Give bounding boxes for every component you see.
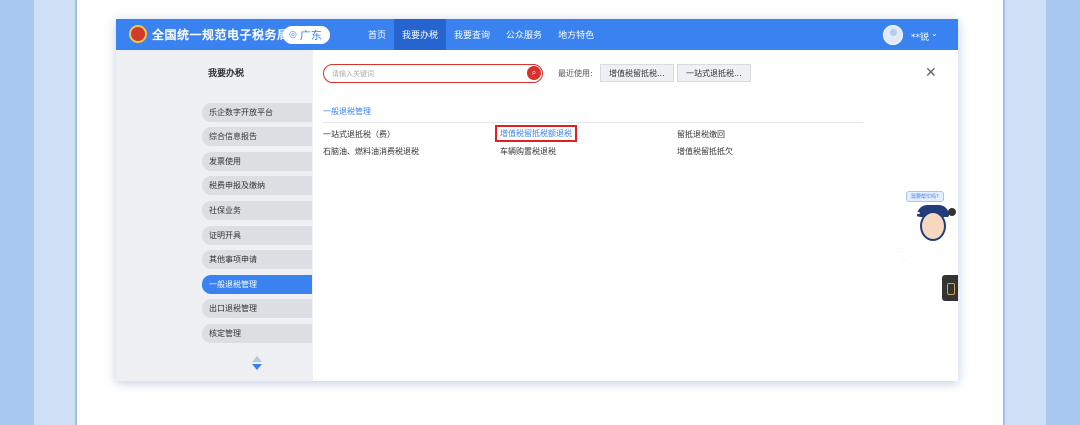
nav-tax-handling[interactable]: 我要办税 <box>394 19 447 50</box>
section-title: 一般退税管理 <box>323 107 371 116</box>
location-pin-icon: ◎ <box>289 30 297 40</box>
link-vat-credit-refund[interactable]: 增值税留抵税额退税 <box>495 125 577 142</box>
search-box: ⌕ <box>323 64 543 83</box>
assistant-avatar <box>920 211 946 241</box>
assistant-char-4: 动 <box>900 253 913 268</box>
nav-local-features[interactable]: 地方特色 <box>550 19 602 50</box>
chevron-down-icon[interactable]: ⌄ <box>931 29 938 38</box>
faint-watermark <box>811 372 871 380</box>
main-nav: 首页 我要办税 我要查询 公众服务 地方特色 <box>360 19 602 50</box>
close-icon[interactable]: ✕ <box>925 65 937 81</box>
nav-query[interactable]: 我要查询 <box>446 19 498 50</box>
nav-public-service[interactable]: 公众服务 <box>498 19 550 50</box>
search-input[interactable] <box>332 67 512 80</box>
sidebar-item-certificate[interactable]: 证明开具 <box>202 226 312 245</box>
site-title: 全国统一规范电子税务局 <box>152 28 290 42</box>
arrow-up-icon[interactable] <box>252 356 262 362</box>
top-navbar: 全国统一规范电子税务局 ◎ 广东 首页 我要办税 我要查询 公众服务 地方特色 … <box>116 19 958 50</box>
minimize-icon[interactable] <box>948 208 956 216</box>
side-tool-tab[interactable] <box>942 275 958 301</box>
frame-left <box>0 0 34 425</box>
sidebar-item-export-refund[interactable]: 出口退税管理 <box>202 299 312 318</box>
tax-portal-window: 全国统一规范电子税务局 ◎ 广东 首页 我要办税 我要查询 公众服务 地方特色 … <box>116 19 958 381</box>
user-name[interactable]: **锐 <box>911 30 929 43</box>
sidebar-item-social-security[interactable]: 社保业务 <box>202 201 312 220</box>
sidebar-item-info-report[interactable]: 综合信息报告 <box>202 127 312 146</box>
sidebar-item-invoice[interactable]: 发票使用 <box>202 152 312 171</box>
sidebar-item-assessment[interactable]: 核定管理 <box>202 324 312 343</box>
sidebar-item-general-refund[interactable]: 一般退税管理 <box>202 275 312 294</box>
link-vat-credit-offset[interactable]: 增值税留抵抵欠 <box>677 146 733 157</box>
tax-emblem-icon <box>129 25 147 43</box>
assistant-bubble[interactable]: 需要帮忙吗? <box>906 191 944 202</box>
region-selector[interactable]: ◎ 广东 <box>283 26 330 44</box>
sidebar-title: 我要办税 <box>208 69 245 79</box>
section-divider <box>323 122 863 123</box>
avatar[interactable] <box>883 25 903 45</box>
nav-home[interactable]: 首页 <box>360 19 394 50</box>
recent-label: 最近使用: <box>558 69 593 78</box>
link-one-stop-refund[interactable]: 一站式退抵税（费） <box>323 129 395 140</box>
sidebar-item-other-requests[interactable]: 其他事项申请 <box>202 250 312 269</box>
assistant-char-1: 征 <box>908 211 921 226</box>
arrow-down-icon[interactable] <box>252 364 262 370</box>
sidebar-scroll-arrows[interactable] <box>251 356 263 374</box>
frame-right <box>1046 0 1080 425</box>
sidebar-item-tax-filing[interactable]: 税费申报及缴纳 <box>202 176 312 195</box>
sidebar-item-leqi[interactable]: 乐企数字开放平台 <box>202 103 312 122</box>
link-naphtha-fuel-refund[interactable]: 石脑油、燃料油消费税退税 <box>323 146 419 157</box>
chat-assistant-widget[interactable]: 需要帮忙吗? 征 纳 互 动 <box>886 189 958 269</box>
recent-chip-vat-refund[interactable]: 增值税留抵税... <box>600 64 674 82</box>
search-icon[interactable]: ⌕ <box>527 66 541 80</box>
recent-chip-one-stop[interactable]: 一站式退抵税... <box>677 64 751 82</box>
link-credit-refund-return[interactable]: 留抵退税缴回 <box>677 129 725 140</box>
region-label: 广东 <box>299 29 322 42</box>
sidebar: 我要办税 乐企数字开放平台 综合信息报告 发票使用 税费申报及缴纳 社保业务 证… <box>116 50 313 381</box>
link-vehicle-tax-refund[interactable]: 车辆购置税退税 <box>500 146 556 157</box>
